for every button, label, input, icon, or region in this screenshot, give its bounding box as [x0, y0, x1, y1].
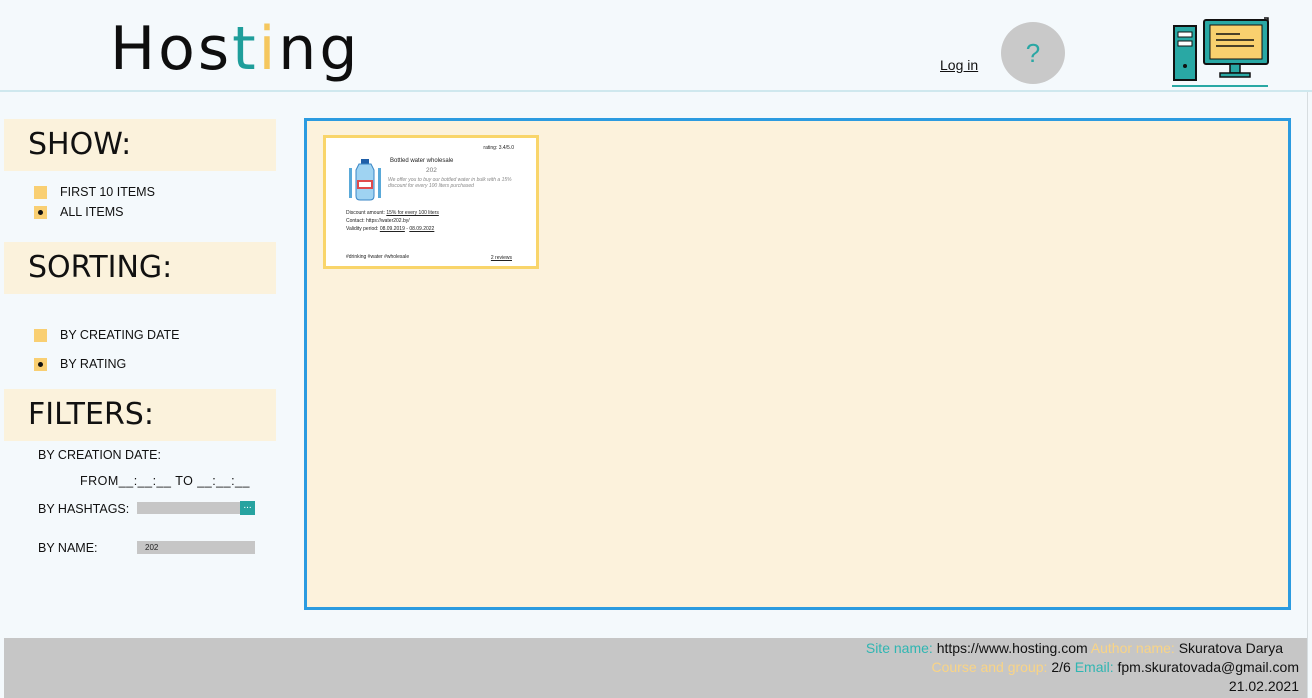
logo-part-2: t: [232, 14, 259, 84]
footer: Site name: https://www.hosting.com Autho…: [4, 638, 1307, 698]
name-input[interactable]: 202: [137, 541, 255, 554]
card-contact: Contact: https://water202.by/: [346, 218, 410, 224]
card-tags[interactable]: #drinking #water #wholesale: [346, 254, 409, 260]
contact-label: Contact:: [346, 218, 365, 224]
checkbox[interactable]: [34, 328, 47, 342]
date-range-input[interactable]: FROM__:__:__ TO __:__:__: [80, 474, 250, 488]
option-label: BY RATING: [60, 357, 127, 371]
card-rating: rating: 3.4/5.0: [483, 145, 514, 151]
course-label: Course and group:: [931, 659, 1048, 675]
radio-selected[interactable]: [34, 357, 47, 371]
footer-line-1: Site name: https://www.hosting.com Autho…: [866, 640, 1283, 656]
show-section-title: SHOW:: [4, 119, 276, 171]
filters-section-title: FILTERS:: [4, 389, 276, 441]
hashtags-more-button[interactable]: ...: [240, 501, 255, 515]
selected-dot-icon: [38, 361, 43, 367]
footer-line-2: Course and group: 2/6 Email: fpm.skurato…: [931, 659, 1299, 675]
sort-option-creating-date[interactable]: BY CREATING DATE: [34, 327, 179, 343]
page-edge-divider: [1307, 0, 1308, 698]
validity-from: 08.09.2019: [379, 226, 405, 232]
water-bottle-icon: [349, 159, 381, 201]
show-option-all-items[interactable]: ALL ITEMS: [34, 204, 123, 220]
help-button[interactable]: ?: [1001, 22, 1065, 84]
show-option-first-10[interactable]: FIRST 10 ITEMS: [34, 184, 155, 200]
author-name-value: Skuratova Darya: [1178, 640, 1283, 656]
filter-creation-date-label: BY CREATION DATE:: [38, 448, 161, 462]
course-value: 2/6: [1051, 659, 1071, 675]
hashtags-input[interactable]: [137, 502, 240, 514]
card-title: Bottled water wholesale: [390, 158, 454, 164]
login-link[interactable]: Log in: [940, 57, 978, 73]
card-validity: Validity period: 08.09.2019 - 08.09.2022: [346, 226, 434, 232]
discount-value: 15% for every 100 liters: [386, 210, 439, 216]
logo-part-1: Hos: [110, 14, 233, 84]
listing-card[interactable]: rating: 3.4/5.0 Bottled water wholesale …: [323, 135, 539, 269]
validity-to: 08.09.2022: [409, 226, 435, 232]
card-description: We offer you to buy our bottled water in…: [388, 177, 512, 189]
listing-area: rating: 3.4/5.0 Bottled water wholesale …: [304, 118, 1291, 610]
option-label: FIRST 10 ITEMS: [60, 185, 155, 199]
card-reviews-link[interactable]: 2 reviews: [491, 255, 512, 261]
option-label: ALL ITEMS: [60, 205, 124, 219]
desktop-computer-icon: [1172, 17, 1269, 87]
header: Hosting Log in ?: [0, 0, 1312, 92]
footer-date: 21.02.2021: [1228, 678, 1299, 694]
filter-hashtags-label: BY HASHTAGS:: [38, 502, 130, 516]
sort-option-rating[interactable]: BY RATING: [34, 356, 126, 372]
logo-part-3: i: [258, 14, 279, 84]
filter-name-label: BY NAME:: [38, 541, 98, 555]
validity-label: Validity period:: [346, 226, 379, 232]
hosting-logo[interactable]: Hosting: [110, 14, 360, 84]
email-value[interactable]: fpm.skuratovada@gmail.com: [1117, 659, 1299, 675]
contact-link[interactable]: https://water202.by/: [366, 218, 410, 224]
discount-label: Discount amount:: [346, 210, 385, 216]
checkbox[interactable]: [34, 185, 47, 199]
sorting-section-title: SORTING:: [4, 242, 276, 294]
email-label: Email:: [1074, 659, 1114, 675]
author-name-label: Author name:: [1090, 640, 1175, 656]
logo-part-4: ng: [278, 14, 361, 84]
site-name-label: Site name:: [865, 640, 933, 656]
card-discount: Discount amount: 15% for every 100 liter…: [346, 210, 439, 216]
site-name-value[interactable]: https://www.hosting.com: [937, 640, 1088, 656]
radio-selected[interactable]: [34, 205, 47, 219]
card-code: 202: [426, 167, 437, 174]
option-label: BY CREATING DATE: [60, 328, 180, 342]
selected-dot-icon: [38, 209, 43, 215]
